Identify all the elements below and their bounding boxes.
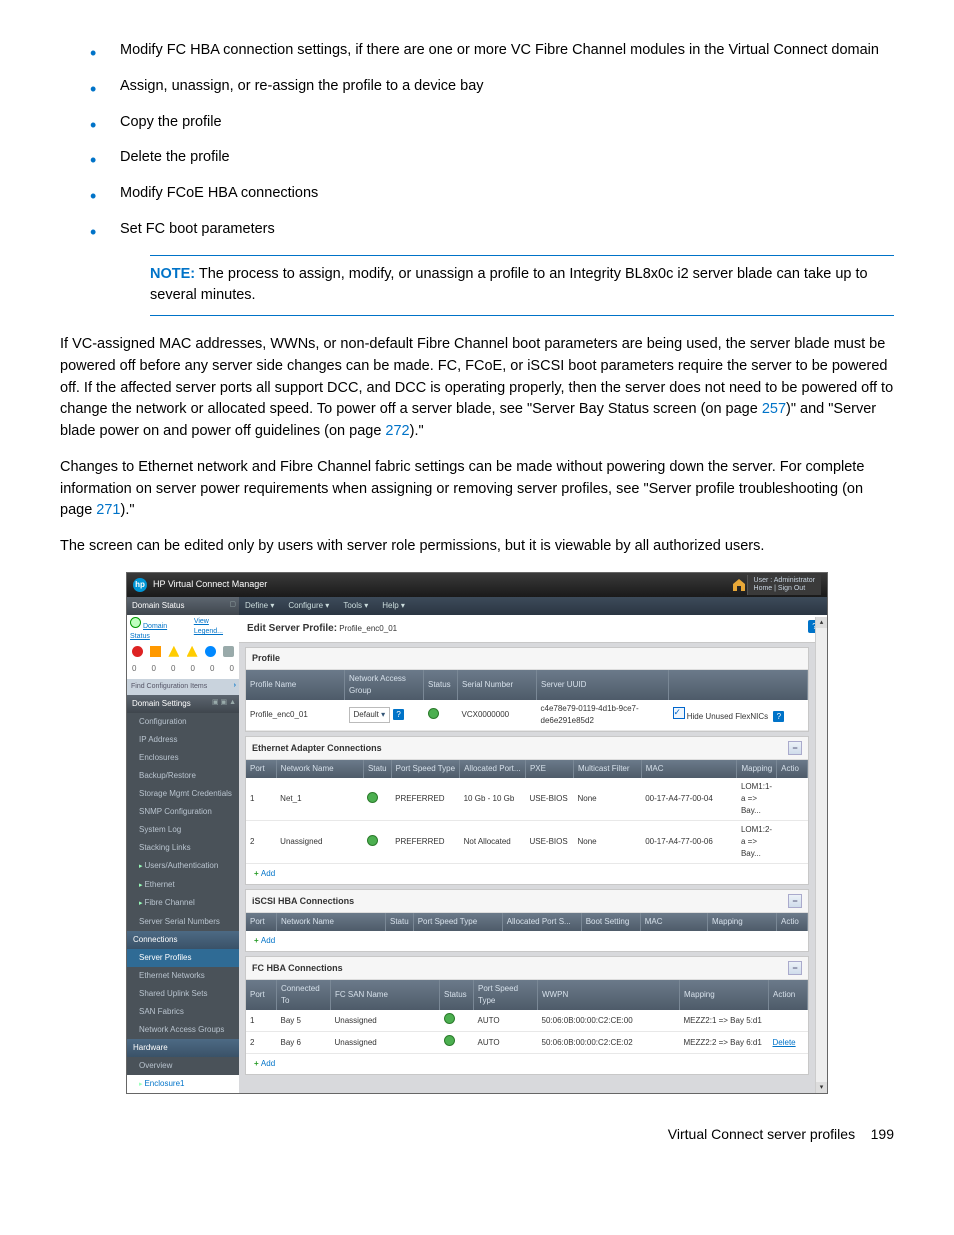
- paragraph: Changes to Ethernet network and Fibre Ch…: [60, 457, 894, 522]
- note-text: The process to assign, modify, or unassi…: [150, 266, 868, 304]
- main-panel: Define ▾ Configure ▾ Tools ▾ Help ▾ Edit…: [239, 597, 827, 1094]
- domain-status-header: Domain Status ▢: [127, 597, 239, 615]
- panel-collapse-icon[interactable]: ▢: [229, 600, 236, 611]
- nag-dropdown[interactable]: Default: [349, 707, 391, 723]
- help-icon[interactable]: ?: [393, 709, 404, 720]
- find-items-link[interactable]: Find Configuration Items: [127, 679, 239, 696]
- menu-define[interactable]: Define ▾: [245, 600, 274, 612]
- san-cell[interactable]: Unassigned: [331, 1032, 440, 1054]
- page-link[interactable]: 272: [385, 423, 409, 439]
- hide-flexnics-checkbox[interactable]: [673, 707, 685, 719]
- sidebar-item-snmp[interactable]: SNMP Configuration: [127, 803, 239, 821]
- bullet-list: Modify FC HBA connection settings, if th…: [60, 40, 894, 241]
- sidebar-item-ipaddress[interactable]: IP Address: [127, 731, 239, 749]
- status-ok-icon: [444, 1013, 455, 1024]
- bullet-item: Copy the profile: [120, 112, 894, 134]
- table-row: 2 Bay 6 Unassigned AUTO 50:06:0B:00:00:C…: [246, 1032, 808, 1054]
- note-label: NOTE:: [150, 266, 195, 282]
- network-cell[interactable]: Unassigned: [276, 821, 363, 864]
- bullet-item: Delete the profile: [120, 147, 894, 169]
- collapse-icon[interactable]: −: [788, 741, 802, 755]
- scroll-up-icon[interactable]: ▴: [816, 617, 827, 628]
- collapse-icon[interactable]: −: [788, 961, 802, 975]
- bullet-item: Modify FCoE HBA connections: [120, 183, 894, 205]
- sidebar-item-stacking[interactable]: Stacking Links: [127, 839, 239, 857]
- menubar: Define ▾ Configure ▾ Tools ▾ Help ▾: [239, 597, 827, 615]
- status-ok-icon: [367, 835, 378, 846]
- table-row: 2 Unassigned PREFERRED Not Allocated USE…: [246, 821, 808, 864]
- sidebar-item-nag[interactable]: Network Access Groups: [127, 1021, 239, 1039]
- scroll-down-icon[interactable]: ▾: [816, 1082, 827, 1093]
- sidebar-item-ssn[interactable]: Server Serial Numbers: [127, 913, 239, 931]
- panel-buttons[interactable]: ▣ ▣ ▲: [212, 698, 236, 709]
- page-title: Edit Server Profile: Profile_enc0_01 ?: [239, 615, 827, 643]
- sidebar-item-storage[interactable]: Storage Mgmt Credentials: [127, 785, 239, 803]
- menu-tools[interactable]: Tools ▾: [343, 600, 368, 612]
- note-box: NOTE: The process to assign, modify, or …: [150, 255, 894, 317]
- sidebar-item-users[interactable]: Users/Authentication: [127, 857, 239, 876]
- collapse-icon[interactable]: −: [788, 894, 802, 908]
- profile-section: Profile Profile Name Network Access Grou…: [245, 647, 809, 733]
- sidebar: Domain Status ▢ Domain Status View Legen…: [127, 597, 239, 1094]
- table-row: 1 Net_1 PREFERRED 10 Gb - 10 Gb USE-BIOS…: [246, 778, 808, 821]
- status-ok-icon: [428, 708, 439, 719]
- page-link[interactable]: 257: [762, 401, 786, 417]
- error-icon[interactable]: [132, 646, 143, 657]
- sidebar-item-configuration[interactable]: Configuration: [127, 713, 239, 731]
- sidebar-item-san-fabrics[interactable]: SAN Fabrics: [127, 1003, 239, 1021]
- help-icon[interactable]: ?: [773, 711, 784, 722]
- warning-icon[interactable]: [150, 646, 161, 657]
- menu-configure[interactable]: Configure ▾: [288, 600, 329, 612]
- sidebar-item-eth-networks[interactable]: Ethernet Networks: [127, 967, 239, 985]
- add-button[interactable]: Add: [246, 864, 808, 884]
- fchba-section: FC HBA Connections− Port Connected To FC…: [245, 956, 809, 1075]
- bullet-item: Assign, unassign, or re-assign the profi…: [120, 76, 894, 98]
- network-cell[interactable]: Net_1: [276, 778, 363, 821]
- domain-settings-header: Domain Settings ▣ ▣ ▲: [127, 695, 239, 713]
- sidebar-item-shared-uplink[interactable]: Shared Uplink Sets: [127, 985, 239, 1003]
- delete-link[interactable]: Delete: [773, 1038, 796, 1047]
- hardware-header: Hardware: [127, 1039, 239, 1057]
- caution-icon[interactable]: [168, 646, 179, 657]
- bullet-item: Modify FC HBA connection settings, if th…: [120, 40, 894, 62]
- connections-header: Connections: [127, 931, 239, 949]
- iscsi-section: iSCSI HBA Connections− Port Network Name…: [245, 889, 809, 952]
- sidebar-item-server-profiles[interactable]: Server Profiles: [127, 949, 239, 967]
- profile-name-cell[interactable]: Profile_enc0_01: [246, 700, 345, 731]
- sidebar-item-syslog[interactable]: System Log: [127, 821, 239, 839]
- sidebar-item-enclosures[interactable]: Enclosures: [127, 749, 239, 767]
- menu-help[interactable]: Help ▾: [382, 600, 405, 612]
- sidebar-item-enclosure[interactable]: Enclosure1: [127, 1075, 239, 1094]
- view-legend-link[interactable]: View Legend...: [194, 617, 236, 643]
- sidebar-item-fc[interactable]: Fibre Channel: [127, 894, 239, 913]
- home-icon[interactable]: [731, 577, 747, 593]
- sidebar-item-ethernet[interactable]: Ethernet: [127, 876, 239, 895]
- app-title: HP Virtual Connect Manager: [153, 578, 267, 592]
- hp-logo-icon: hp: [133, 578, 147, 592]
- status-ok-icon: [130, 617, 141, 628]
- sidebar-item-backup[interactable]: Backup/Restore: [127, 767, 239, 785]
- user-info: User : Administrator Home | Sign Out: [747, 575, 821, 595]
- unknown-icon[interactable]: [223, 646, 234, 657]
- home-signout-links[interactable]: Home | Sign Out: [754, 585, 815, 593]
- sidebar-item-overview[interactable]: Overview: [127, 1057, 239, 1075]
- ethernet-section: Ethernet Adapter Connections− Port Netwo…: [245, 736, 809, 885]
- page-link[interactable]: 271: [96, 502, 120, 518]
- titlebar: hp HP Virtual Connect Manager User : Adm…: [127, 573, 827, 597]
- main-scrollbar[interactable]: ▴ ▾: [815, 617, 827, 1094]
- domain-status-body: Domain Status View Legend... 0 0 0 0 0: [127, 615, 239, 679]
- vcm-window: hp HP Virtual Connect Manager User : Adm…: [126, 572, 828, 1095]
- paragraph: The screen can be edited only by users w…: [60, 536, 894, 558]
- page-footer: Virtual Connect server profiles 199: [60, 1124, 894, 1145]
- add-button[interactable]: Add: [246, 931, 808, 951]
- status-ok-icon: [444, 1035, 455, 1046]
- add-button[interactable]: Add: [246, 1054, 808, 1074]
- san-cell[interactable]: Unassigned: [331, 1010, 440, 1032]
- bullet-item: Set FC boot parameters: [120, 219, 894, 241]
- caution-icon[interactable]: [187, 646, 198, 657]
- paragraph: If VC-assigned MAC addresses, WWNs, or n…: [60, 334, 894, 443]
- status-ok-icon: [367, 792, 378, 803]
- table-row: 1 Bay 5 Unassigned AUTO 50:06:0B:00:00:C…: [246, 1010, 808, 1032]
- info-icon[interactable]: [205, 646, 216, 657]
